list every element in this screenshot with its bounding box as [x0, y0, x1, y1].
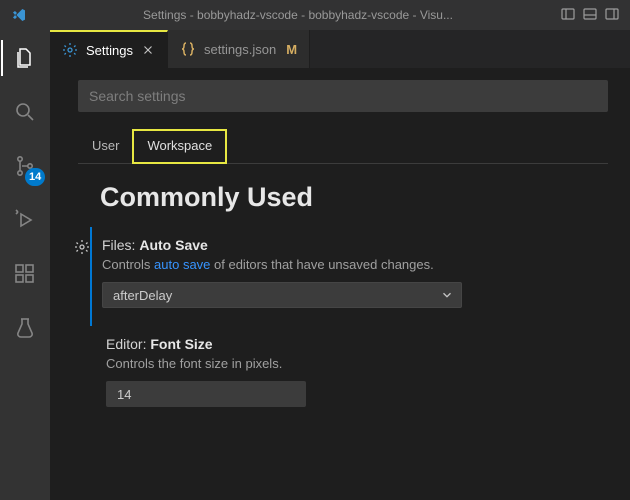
tab-row: Settings settings.json M [50, 30, 630, 68]
setting-title: Files: Auto Save [102, 237, 608, 253]
scope-workspace[interactable]: Workspace [133, 130, 226, 163]
source-control-icon[interactable]: 14 [1, 148, 49, 184]
editor-area: Settings settings.json M User Workspace … [50, 30, 630, 500]
window-title: Settings - bobbyhadz-vscode - bobbyhadz-… [36, 8, 560, 22]
setting-category: Files: [102, 237, 139, 253]
activity-bar: 14 [0, 30, 50, 500]
font-size-input[interactable] [106, 381, 306, 407]
search-input[interactable] [78, 80, 608, 112]
json-braces-icon [180, 41, 196, 57]
select-value: afterDelay [113, 288, 172, 303]
tab-settings-json[interactable]: settings.json M [168, 30, 310, 68]
tab-json-label: settings.json [204, 42, 276, 57]
panel-right-icon[interactable] [604, 6, 620, 25]
setting-name: Font Size [150, 336, 212, 352]
scope-tabs: User Workspace [78, 130, 608, 164]
panel-left-icon[interactable] [560, 6, 576, 25]
extensions-icon[interactable] [1, 256, 49, 292]
setting-title: Editor: Font Size [106, 336, 608, 352]
setting-description: Controls auto save of editors that have … [102, 257, 608, 272]
close-icon[interactable] [141, 43, 155, 57]
scm-badge: 14 [25, 168, 45, 186]
auto-save-select[interactable]: afterDelay [102, 282, 462, 308]
setting-auto-save: Files: Auto Save Controls auto save of e… [90, 227, 608, 326]
modified-indicator: M [286, 42, 297, 57]
settings-body: User Workspace Commonly Used Files: Auto… [50, 68, 630, 425]
section-heading: Commonly Used [100, 182, 608, 213]
gear-icon[interactable] [74, 239, 90, 255]
titlebar: Settings - bobbyhadz-vscode - bobbyhadz-… [0, 0, 630, 30]
layout-controls [560, 6, 620, 25]
scope-user[interactable]: User [78, 130, 133, 163]
setting-font-size: Editor: Font Size Controls the font size… [74, 326, 608, 425]
panel-bottom-icon[interactable] [582, 6, 598, 25]
tab-settings-label: Settings [86, 43, 133, 58]
auto-save-link[interactable]: auto save [154, 257, 210, 272]
setting-name: Auto Save [139, 237, 207, 253]
testing-icon[interactable] [1, 310, 49, 346]
vscode-logo-icon [10, 6, 28, 24]
search-icon[interactable] [1, 94, 49, 130]
tab-settings[interactable]: Settings [50, 30, 168, 68]
setting-description: Controls the font size in pixels. [106, 356, 608, 371]
gear-icon [62, 42, 78, 58]
explorer-icon[interactable] [1, 40, 49, 76]
debug-icon[interactable] [1, 202, 49, 238]
setting-category: Editor: [106, 336, 150, 352]
chevron-down-icon [440, 288, 454, 305]
